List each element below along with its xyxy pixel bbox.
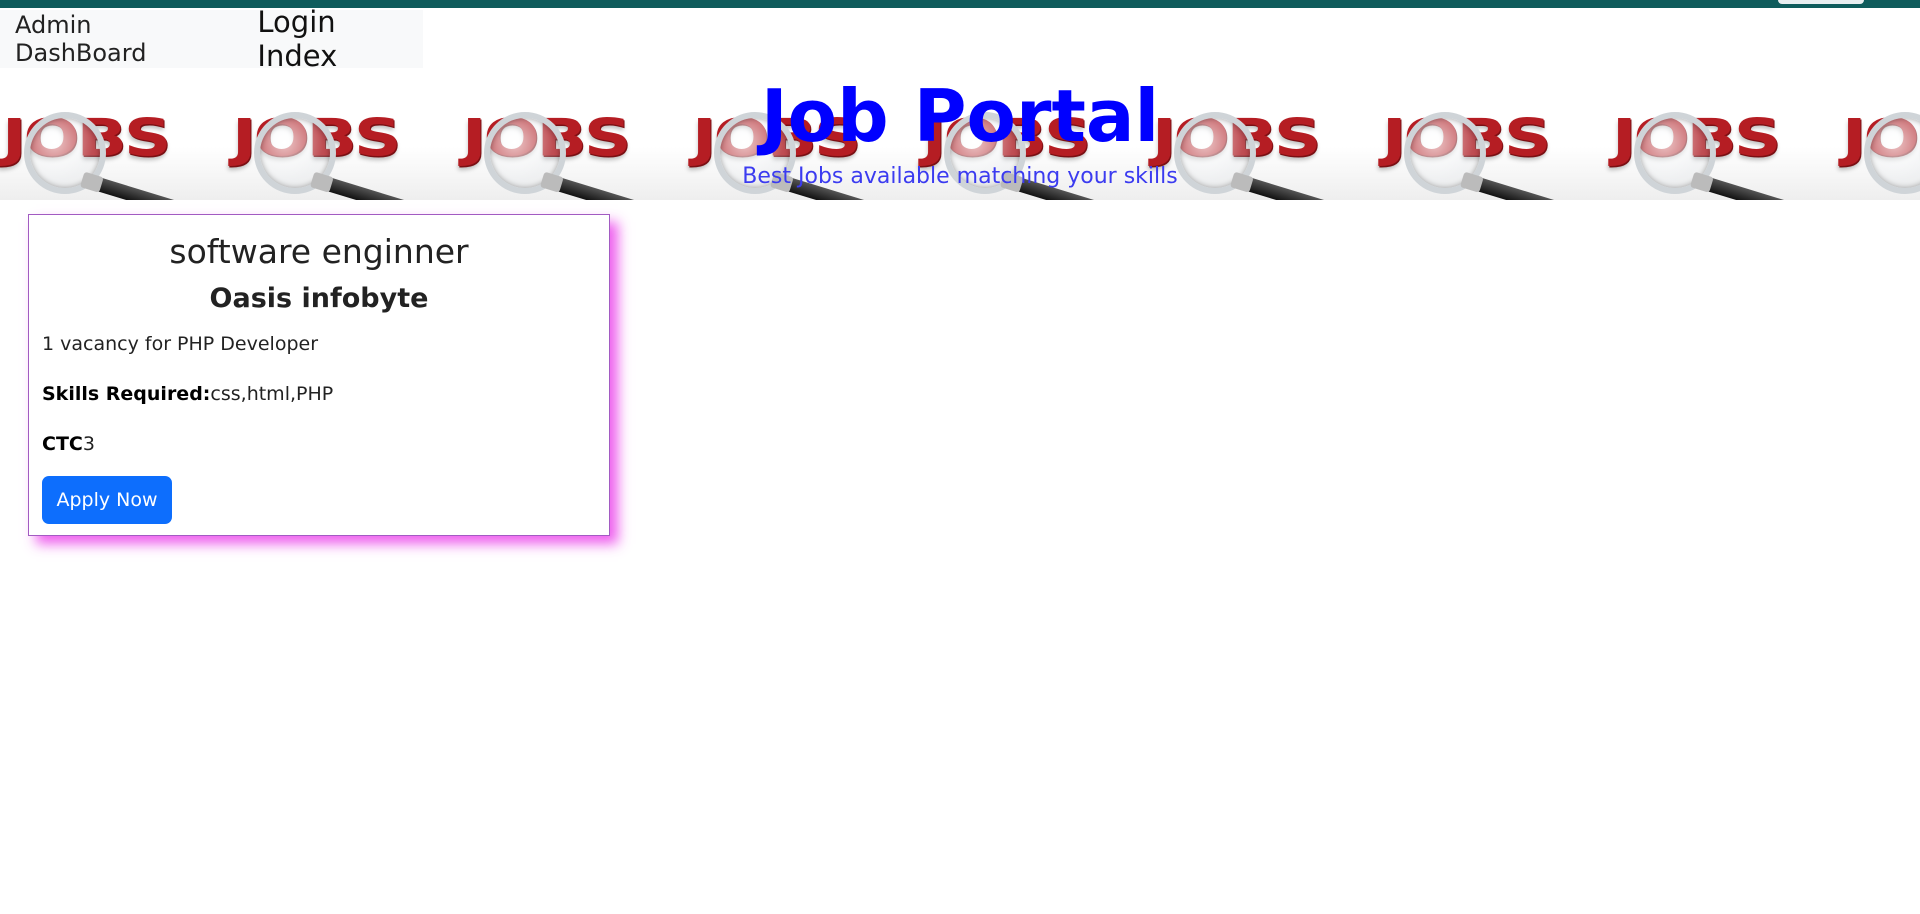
- apply-now-button[interactable]: Apply Now: [42, 476, 172, 524]
- login-index-link[interactable]: Login Index: [257, 5, 423, 73]
- job-title: software enginner: [169, 232, 469, 271]
- ctc-label: CTC: [42, 433, 83, 455]
- job-card: software enginner Oasis infobyte 1 vacan…: [28, 214, 610, 536]
- job-skills: Skills Required:css,html,PHP: [42, 381, 333, 407]
- job-ctc: CTC3: [42, 431, 95, 457]
- page-subtitle: Best Jobs available matching your skills: [742, 164, 1178, 189]
- admin-dashboard-link[interactable]: Admin DashBoard: [15, 11, 228, 67]
- job-company: Oasis infobyte: [209, 283, 429, 314]
- job-description: 1 vacancy for PHP Developer: [42, 333, 319, 355]
- ctc-value: 3: [82, 433, 95, 455]
- skills-label: Skills Required:: [42, 383, 211, 405]
- skills-value: css,html,PHP: [210, 383, 334, 405]
- top-navbar: Admin DashBoard Login Index: [0, 5, 423, 73]
- page-title: Job Portal: [760, 74, 1160, 158]
- top-strip-pill: [1778, 0, 1864, 4]
